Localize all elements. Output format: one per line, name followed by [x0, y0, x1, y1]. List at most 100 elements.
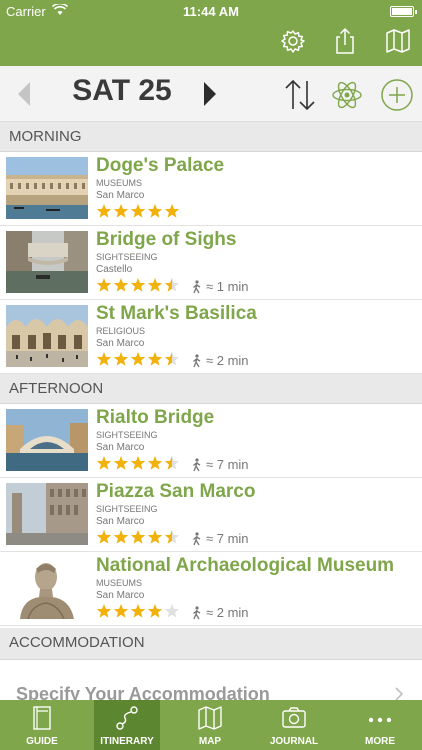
star-full: [96, 530, 112, 544]
place-area: San Marco: [96, 442, 145, 453]
star-full: [96, 456, 112, 470]
camera-icon: [280, 704, 308, 732]
atom-icon[interactable]: [330, 78, 364, 112]
star-full: [130, 604, 146, 618]
list-item[interactable]: Bridge of Sighs SIGHTSEEING Castello ≈ 1…: [0, 226, 422, 300]
walking-icon: [191, 531, 203, 546]
walking-icon: [191, 605, 203, 620]
star-rating: [96, 351, 181, 367]
clock: 11:44 AM: [183, 4, 239, 19]
star-full: [147, 204, 163, 218]
tab-journal[interactable]: JOURNAL: [252, 700, 336, 750]
star-full: [164, 204, 180, 218]
share-icon[interactable]: [330, 26, 360, 56]
walking-time: ≈ 2 min: [191, 352, 249, 368]
list-item[interactable]: St Mark's Basilica RELIGIOUS San Marco ≈…: [0, 300, 422, 374]
walking-time-label: ≈ 7 min: [206, 457, 249, 473]
list-item[interactable]: Rialto Bridge SIGHTSEEING San Marco ≈ 7 …: [0, 404, 422, 478]
gear-icon[interactable]: [278, 26, 308, 56]
star-full: [113, 530, 129, 544]
walking-time: ≈ 7 min: [191, 456, 249, 472]
accommodation-row[interactable]: Specify Your Accommodation: [0, 660, 422, 704]
walking-time-label: ≈ 2 min: [206, 353, 249, 369]
tab-guide[interactable]: GUIDE: [0, 700, 84, 750]
map-icon: [196, 704, 224, 732]
place-title: National Archaeological Museum: [96, 555, 395, 576]
tab-label: GUIDE: [26, 736, 58, 747]
tab-label: MORE: [365, 736, 395, 747]
star-empty: [164, 604, 180, 618]
star-full: [130, 204, 146, 218]
place-title: Rialto Bridge: [96, 407, 215, 428]
star-full: [96, 352, 112, 366]
place-area: San Marco: [96, 590, 145, 601]
doges-palace-photo: [6, 157, 88, 219]
section-header-afternoon: AFTERNOON: [0, 374, 422, 404]
star-full: [96, 204, 112, 218]
museum-bust-photo: [6, 557, 88, 619]
place-area: San Marco: [96, 190, 145, 201]
walking-time: ≈ 7 min: [191, 530, 249, 546]
walking-time-label: ≈ 1 min: [206, 279, 249, 295]
place-title: Piazza San Marco: [96, 481, 256, 502]
map-icon[interactable]: [383, 26, 413, 56]
tab-more[interactable]: MORE: [338, 700, 422, 750]
tab-map[interactable]: MAP: [168, 700, 252, 750]
place-area: San Marco: [96, 516, 145, 527]
star-full: [113, 456, 129, 470]
day-navigation: SAT 25: [0, 66, 422, 122]
previous-day-button[interactable]: [10, 78, 40, 110]
section-header-accommodation: ACCOMMODATION: [0, 628, 422, 660]
more-icon: [366, 704, 394, 732]
sort-icon[interactable]: [282, 78, 318, 112]
star-full: [113, 352, 129, 366]
book-icon: [28, 704, 56, 732]
st-marks-basilica-photo: [6, 305, 88, 367]
place-title: Bridge of Sighs: [96, 229, 237, 250]
top-bar: Carrier 11:44 AM: [0, 0, 422, 66]
list-item[interactable]: Doge's Palace MUSEUMS San Marco: [0, 152, 422, 226]
route-icon: [113, 704, 141, 732]
next-day-button[interactable]: [194, 78, 224, 110]
star-rating: [96, 603, 181, 619]
place-title: Doge's Palace: [96, 155, 225, 176]
place-category: MUSEUMS: [96, 578, 143, 588]
add-button[interactable]: [380, 78, 414, 112]
list-item[interactable]: Piazza San Marco SIGHTSEEING San Marco ≈…: [0, 478, 422, 552]
star-full: [113, 604, 129, 618]
star-rating: [96, 277, 181, 293]
tab-itinerary[interactable]: ITINERARY: [94, 700, 160, 750]
battery-icon: [390, 6, 417, 17]
bridge-of-sighs-photo: [6, 231, 88, 293]
star-full: [147, 278, 163, 292]
rialto-bridge-photo: [6, 409, 88, 471]
star-rating: [96, 203, 181, 219]
star-full: [130, 352, 146, 366]
tab-label: ITINERARY: [100, 736, 154, 747]
place-category: MUSEUMS: [96, 178, 143, 188]
walking-time-label: ≈ 7 min: [206, 531, 249, 547]
list-item[interactable]: National Archaeological Museum MUSEUMS S…: [0, 552, 422, 626]
star-full: [130, 530, 146, 544]
place-category: RELIGIOUS: [96, 326, 146, 336]
star-full: [113, 278, 129, 292]
walking-time: ≈ 1 min: [191, 278, 249, 294]
tab-label: JOURNAL: [269, 736, 319, 747]
star-full: [96, 604, 112, 618]
place-area: San Marco: [96, 338, 145, 349]
walking-icon: [191, 457, 203, 472]
place-title: St Mark's Basilica: [96, 303, 257, 324]
star-full: [130, 456, 146, 470]
star-full: [96, 278, 112, 292]
tab-label: MAP: [198, 736, 222, 747]
place-area: Castello: [96, 264, 133, 275]
walking-icon: [191, 279, 203, 294]
place-category: SIGHTSEEING: [96, 504, 158, 514]
star-rating: [96, 455, 181, 471]
status-bar: Carrier 11:44 AM: [0, 0, 422, 22]
star-rating: [96, 529, 181, 545]
star-full: [147, 352, 163, 366]
star-full: [147, 530, 163, 544]
tab-bar: GUIDE ITINERARY MAP JOURNAL MORE: [0, 700, 422, 750]
section-header-morning: MORNING: [0, 122, 422, 152]
